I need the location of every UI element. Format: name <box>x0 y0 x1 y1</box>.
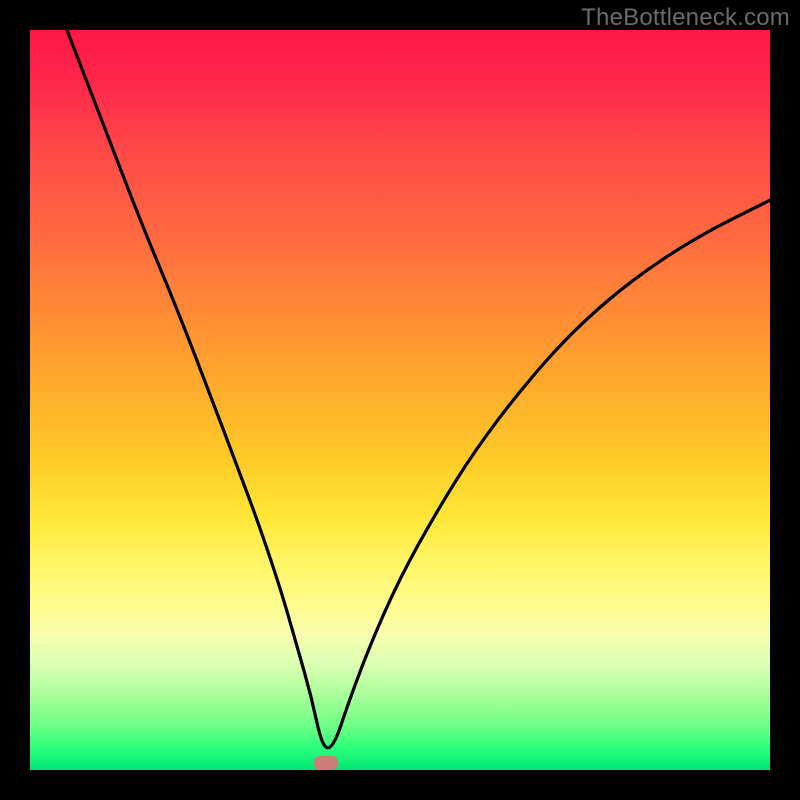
watermark-text: TheBottleneck.com <box>581 4 790 32</box>
plot-area <box>30 30 770 770</box>
bottleneck-curve <box>30 30 770 770</box>
min-marker <box>314 756 338 770</box>
chart-container: TheBottleneck.com <box>0 0 800 800</box>
curve-path <box>67 30 770 748</box>
